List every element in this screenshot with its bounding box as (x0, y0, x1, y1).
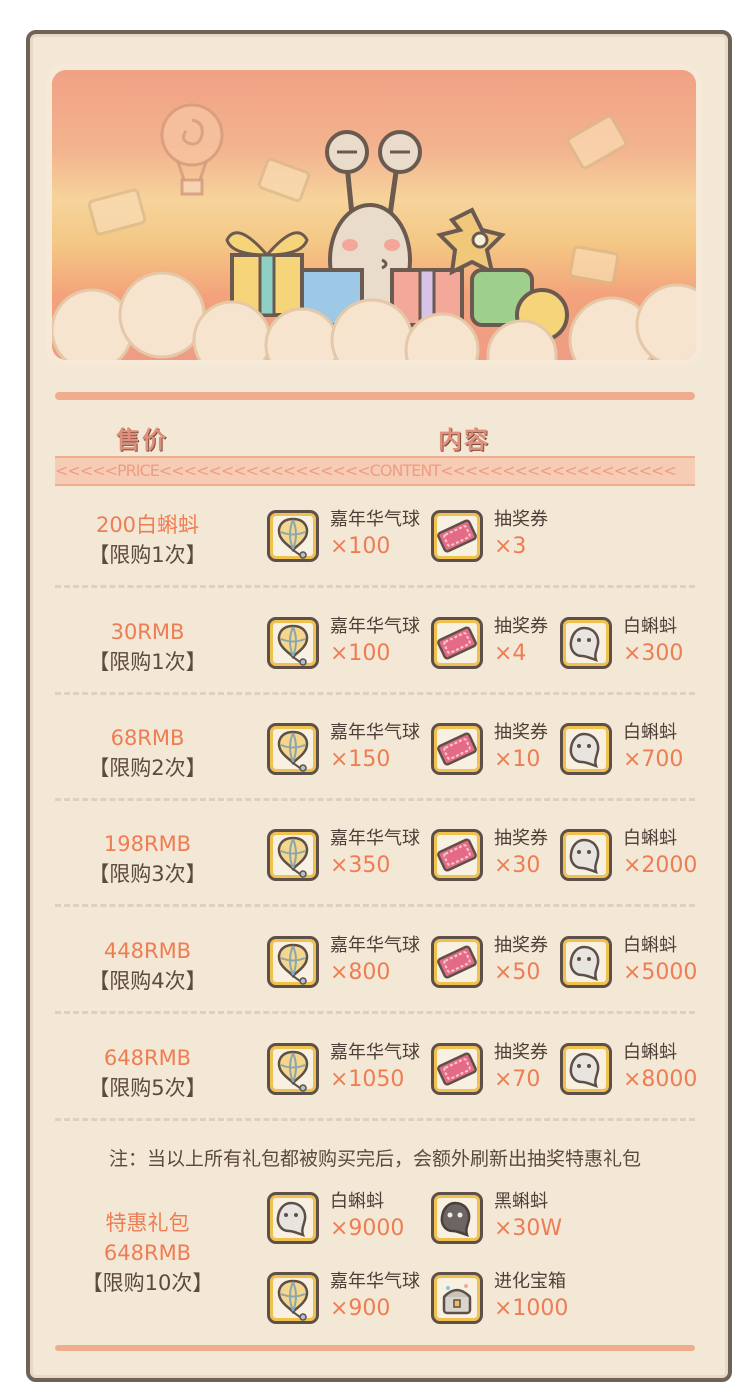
item-name: 抽奖券 (494, 509, 548, 530)
ticket-icon (431, 510, 483, 562)
item-name: 嘉年华气球 (330, 722, 420, 743)
purchase-limit: 【限购1次】 (88, 650, 207, 674)
item-quantity: ×700 (623, 747, 684, 772)
item-quantity: ×30 (494, 853, 541, 878)
item-quantity: ×150 (330, 747, 391, 772)
ticket-icon (431, 723, 483, 775)
row-divider (55, 904, 695, 907)
balloon-icon (267, 723, 319, 775)
pack-price: 648RMB (103, 1046, 192, 1070)
item-name: 白蝌蚪 (623, 1042, 677, 1063)
purchase-limit: 【限购2次】 (88, 756, 207, 780)
balloon-icon (267, 617, 319, 669)
row-divider (55, 798, 695, 801)
ticket-icon (431, 936, 483, 988)
hot-air-balloon-icon (160, 103, 224, 196)
shop-page: 售价 内容 <<<<<PRICE<<<<<<<<<<<<<<<<<CONTENT… (0, 0, 750, 1400)
item-quantity: ×10 (494, 747, 541, 772)
pack-price: 68RMB (110, 726, 185, 750)
white-tadpole-icon (560, 829, 612, 881)
item-name: 抽奖券 (494, 722, 548, 743)
item-name: 白蝌蚪 (623, 828, 677, 849)
purchase-limit: 【限购3次】 (88, 862, 207, 886)
ticket-icon (431, 1043, 483, 1095)
row-divider (55, 585, 695, 588)
balloon-icon (267, 829, 319, 881)
row-divider (55, 692, 695, 695)
item-name: 进化宝箱 (494, 1271, 566, 1292)
pack-price: 200白蝌蚪 (95, 513, 200, 537)
item-name: 抽奖券 (494, 616, 548, 637)
row-divider (55, 1011, 695, 1014)
item-name: 黑蝌蚪 (494, 1191, 548, 1212)
header-divider (55, 392, 695, 400)
item-name: 白蝌蚪 (623, 616, 677, 637)
balloon-icon (267, 1272, 319, 1324)
item-quantity: ×50 (494, 960, 541, 985)
special-pack-price: 648RMB (103, 1241, 192, 1265)
event-banner (52, 70, 696, 360)
ticket-icon (431, 617, 483, 669)
item-quantity: ×8000 (623, 1067, 698, 1092)
item-name: 嘉年华气球 (330, 1042, 420, 1063)
item-name: 抽奖券 (494, 935, 548, 956)
item-name: 嘉年华气球 (330, 1271, 420, 1292)
item-quantity: ×70 (494, 1067, 541, 1092)
balloon-icon (267, 510, 319, 562)
row-divider (55, 1118, 695, 1121)
item-quantity: ×100 (330, 641, 391, 666)
item-quantity: ×300 (623, 641, 684, 666)
item-name: 白蝌蚪 (623, 722, 677, 743)
pack-price: 30RMB (110, 620, 185, 644)
item-name: 嘉年华气球 (330, 935, 420, 956)
item-quantity: ×4 (494, 641, 527, 666)
refresh-note: 注：当以上所有礼包都被购买完后，会额外刷新出抽奖特惠礼包 (108, 1148, 641, 1170)
evolution-chest-icon (431, 1272, 483, 1324)
item-quantity: ×9000 (330, 1216, 405, 1241)
item-quantity: ×100 (330, 534, 391, 559)
white-tadpole-icon (560, 936, 612, 988)
special-pack-title: 特惠礼包 (105, 1211, 190, 1235)
item-name: 白蝌蚪 (330, 1191, 384, 1212)
item-quantity: ×350 (330, 853, 391, 878)
item-name: 抽奖券 (494, 828, 548, 849)
purchase-limit: 【限购5次】 (88, 1076, 207, 1100)
black-tadpole-icon (431, 1192, 483, 1244)
white-tadpole-icon (560, 723, 612, 775)
white-tadpole-icon (560, 1043, 612, 1095)
content-header: 内容 (438, 426, 490, 454)
item-quantity: ×800 (330, 960, 391, 985)
banner-illustration (52, 103, 696, 360)
item-quantity: ×900 (330, 1296, 391, 1321)
header-ticker: <<<<<PRICE<<<<<<<<<<<<<<<<<CONTENT<<<<<<… (55, 456, 695, 486)
pack-price: 448RMB (103, 939, 192, 963)
item-name: 嘉年华气球 (330, 509, 420, 530)
balloon-icon (267, 936, 319, 988)
item-quantity: ×5000 (623, 960, 698, 985)
balloon-icon (267, 1043, 319, 1095)
item-name: 抽奖券 (494, 1042, 548, 1063)
white-tadpole-icon (560, 617, 612, 669)
purchase-limit: 【限购1次】 (88, 543, 207, 567)
item-name: 嘉年华气球 (330, 828, 420, 849)
item-name: 嘉年华气球 (330, 616, 420, 637)
item-quantity: ×30W (494, 1216, 563, 1241)
purchase-limit: 【限购4次】 (88, 969, 207, 993)
item-name: 白蝌蚪 (623, 935, 677, 956)
item-quantity: ×2000 (623, 853, 698, 878)
ticket-icon (431, 829, 483, 881)
pack-price: 198RMB (103, 832, 192, 856)
price-header: 售价 (116, 426, 168, 454)
white-tadpole-icon (267, 1192, 319, 1244)
item-quantity: ×3 (494, 534, 527, 559)
bottom-divider (55, 1345, 695, 1351)
item-quantity: ×1050 (330, 1067, 405, 1092)
ticker-text: <<<<<PRICE<<<<<<<<<<<<<<<<<CONTENT<<<<<<… (55, 461, 677, 480)
item-quantity: ×1000 (494, 1296, 569, 1321)
special-pack-limit: 【限购10次】 (81, 1271, 214, 1295)
